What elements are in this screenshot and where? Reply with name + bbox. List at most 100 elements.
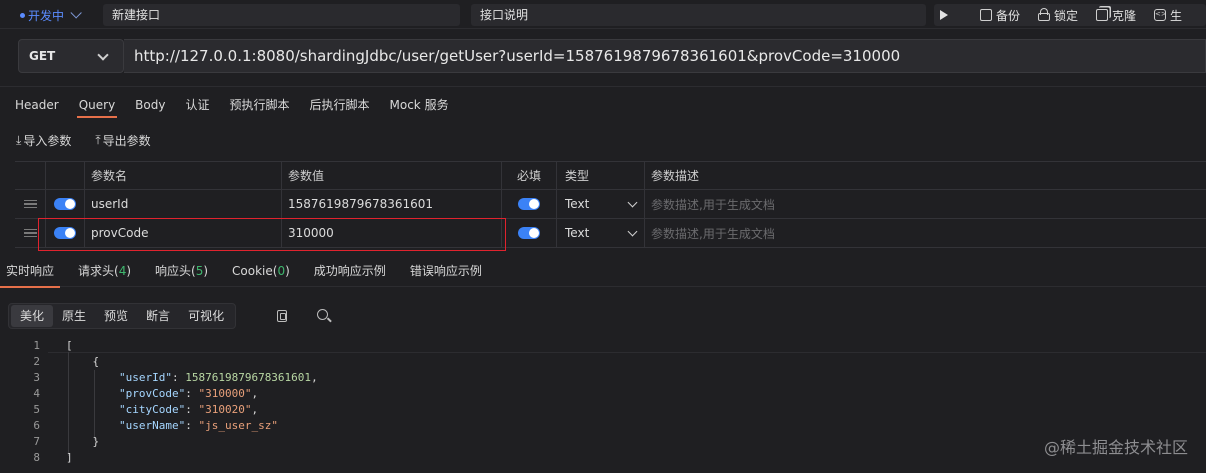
tab-response-headers[interactable]: 响应头(5) — [149, 262, 214, 287]
lock-label: 锁定 — [1054, 8, 1079, 23]
table-header-row: 参数名 参数值 必填 类型 参数描述 — [15, 162, 1206, 190]
clone-label: 克隆 — [1112, 8, 1137, 23]
download-icon: ⤓ — [16, 133, 22, 147]
code-line: 5 "cityCode": "310020", — [33, 403, 259, 416]
import-params-button[interactable]: ⤓ 导入参数 — [16, 132, 71, 149]
tab-header[interactable]: Header — [15, 96, 59, 118]
param-name-field[interactable]: userId — [85, 190, 282, 218]
generate-code-button[interactable]: <> 生 — [1154, 7, 1182, 24]
column-header-name: 参数名 — [85, 162, 282, 189]
code-icon: <> — [1154, 9, 1167, 21]
param-desc-field[interactable]: 参数描述,用于生成文档 — [645, 219, 1206, 247]
request-tabs: Header Query Body 认证 预执行脚本 后执行脚本 Mock 服务 — [15, 96, 469, 118]
backup-label: 备份 — [996, 8, 1021, 23]
tab-query[interactable]: Query — [76, 96, 118, 118]
format-assert-button[interactable]: 断言 — [137, 305, 179, 327]
tab-success-example[interactable]: 成功响应示例 — [308, 262, 392, 287]
tab-label: 实时响应 — [6, 264, 55, 278]
json-value-userName: "js_user_sz" — [198, 419, 278, 432]
drag-handle[interactable] — [15, 219, 46, 247]
required-toggle-cell — [502, 219, 557, 247]
tab-pre-script[interactable]: 预执行脚本 — [229, 96, 289, 118]
column-header-desc: 参数描述 — [651, 169, 700, 183]
type-label: Text — [565, 226, 590, 240]
tab-auth[interactable]: 认证 — [185, 96, 209, 118]
drag-handle-icon — [23, 200, 37, 208]
tab-body[interactable]: Body — [135, 96, 165, 118]
param-type-select[interactable]: Text — [557, 190, 645, 218]
tab-request-headers[interactable]: 请求头(4) — [72, 262, 137, 287]
enable-toggle[interactable] — [54, 198, 76, 210]
lock-button[interactable]: 锁定 — [1038, 7, 1078, 24]
tab-mock[interactable]: Mock 服务 — [390, 96, 449, 118]
tab-cookie[interactable]: Cookie(0) — [226, 262, 296, 287]
column-header-value: 参数值 — [282, 162, 502, 189]
format-visualize-button[interactable]: 可视化 — [179, 305, 233, 327]
tab-suffix: ) — [285, 264, 290, 278]
tab-suffix: ) — [126, 264, 132, 278]
http-method-select[interactable]: GET — [18, 39, 124, 73]
backup-button[interactable]: 备份 — [980, 7, 1020, 24]
format-raw-button[interactable]: 原生 — [53, 305, 95, 327]
required-toggle[interactable] — [518, 198, 540, 210]
tab-label: 错误响应示例 — [409, 264, 482, 278]
tab-post-script[interactable]: 后执行脚本 — [310, 96, 370, 118]
enable-toggle[interactable] — [54, 227, 76, 239]
search-icon[interactable] — [317, 309, 328, 320]
export-params-button[interactable]: ⤒ 导出参数 — [95, 132, 150, 149]
tab-count: 0 — [277, 264, 286, 278]
generate-label: 生 — [1170, 8, 1183, 23]
param-type-select[interactable]: Text — [557, 219, 645, 247]
watermark: @稀土掘金技术社区 — [1043, 438, 1188, 457]
run-button[interactable] — [940, 10, 962, 20]
tab-live-response[interactable]: 实时响应 — [0, 262, 61, 288]
column-header-required: 必填 — [502, 162, 557, 189]
code-line: 1[ — [33, 339, 73, 352]
drag-handle-icon — [23, 229, 37, 237]
tab-suffix: ) — [203, 264, 209, 278]
api-description-input[interactable]: 接口说明 — [471, 4, 926, 26]
param-name-field[interactable]: provCode — [85, 219, 282, 247]
play-icon — [940, 10, 948, 20]
type-label: Text — [565, 197, 590, 211]
env-status-dot-icon — [20, 12, 25, 18]
param-value-field[interactable]: 1587619879678361601 — [282, 190, 502, 218]
code-line: 4 "provCode": "310000", — [33, 387, 259, 400]
divider — [48, 352, 1206, 353]
param-desc-field[interactable]: 参数描述,用于生成文档 — [645, 190, 1206, 218]
tab-error-example[interactable]: 错误响应示例 — [404, 262, 488, 287]
tab-label: 成功响应示例 — [313, 264, 386, 278]
tab-label: 请求头( — [78, 264, 119, 278]
lock-icon — [1038, 8, 1051, 21]
table-row: userId 1587619879678361601 Text 参数描述,用于生… — [15, 190, 1206, 219]
code-line: 2 { — [33, 355, 100, 368]
param-value-field[interactable]: 310000 — [282, 219, 502, 247]
response-body-viewer: 1[ 2 { 3 "userId": 1587619879678361601, … — [0, 338, 1206, 473]
import-label: 导入参数 — [23, 134, 72, 148]
format-preview-button[interactable]: 预览 — [95, 305, 137, 327]
method-label: GET — [29, 49, 56, 63]
query-params-table: 参数名 参数值 必填 类型 参数描述 userId 15876198796783… — [15, 161, 1206, 248]
tab-label: Cookie( — [232, 264, 278, 278]
api-name-input[interactable]: 新建接口 — [103, 4, 460, 26]
json-value-cityCode: "310020" — [198, 403, 252, 416]
clone-button[interactable]: 克隆 — [1096, 7, 1136, 24]
tab-label: 响应头( — [155, 264, 196, 278]
column-header-type: 类型 — [557, 162, 645, 189]
divider — [0, 86, 1206, 87]
env-label: 开发中 — [28, 8, 65, 23]
required-toggle-cell — [502, 190, 557, 218]
copy-icon[interactable] — [277, 310, 287, 322]
code-line: 6 "userName": "js_user_sz" — [33, 419, 278, 432]
drag-handle[interactable] — [15, 190, 46, 218]
export-label: 导出参数 — [102, 134, 151, 148]
required-toggle[interactable] — [518, 227, 540, 239]
url-input[interactable]: http://127.0.0.1:8080/shardingJdbc/user/… — [124, 39, 1206, 73]
environment-selector[interactable]: 开发中 — [20, 6, 82, 24]
enable-toggle-cell — [46, 190, 85, 218]
code-line: 3 "userId": 1587619879678361601, — [33, 371, 318, 384]
chevron-down-icon — [70, 7, 82, 19]
format-pretty-button[interactable]: 美化 — [11, 305, 54, 327]
json-value-userId: 1587619879678361601 — [185, 371, 312, 384]
toolbar-actions: 备份 锁定 克隆 <> 生 — [934, 4, 1206, 26]
